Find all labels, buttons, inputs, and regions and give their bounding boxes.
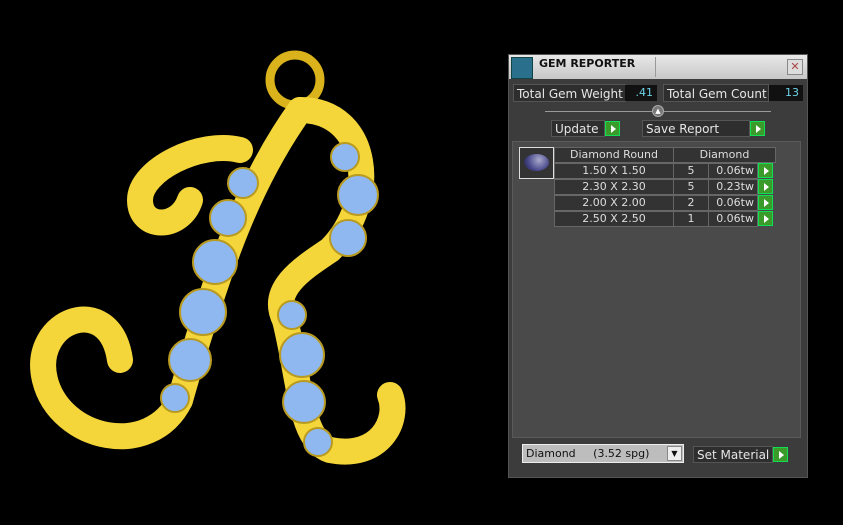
set-material-button[interactable]: Set Material — [693, 446, 773, 463]
material-selected: Diamond (3.52 spg) — [526, 447, 650, 460]
row-go-icon[interactable] — [758, 163, 773, 178]
collapse-toggle-icon[interactable]: ▲ — [652, 105, 664, 117]
material-dropdown[interactable]: Diamond (3.52 spg) ▼ — [522, 444, 684, 463]
total-gem-weight-value: .41 — [625, 85, 657, 101]
window-title: GEM REPORTER — [539, 57, 636, 70]
set-material-go-icon[interactable] — [773, 447, 788, 462]
weight-cell: 0.06tw — [708, 163, 758, 179]
weight-cell: 0.23tw — [708, 179, 758, 195]
count-cell: 5 — [673, 163, 709, 179]
header-shape: Diamond Round — [554, 147, 674, 163]
total-gem-count-label: Total Gem Count — [663, 84, 769, 102]
row-go-icon[interactable] — [758, 211, 773, 226]
title-divider — [655, 57, 656, 77]
count-cell: 2 — [673, 195, 709, 211]
save-report-button[interactable]: Save Report — [642, 120, 750, 137]
gem-shape-icon — [519, 147, 554, 179]
gem-reporter-window: GEM REPORTER ✕ Total Gem Weight .41 Tota… — [508, 54, 808, 478]
size-cell: 1.50 X 1.50 — [554, 163, 674, 179]
update-button[interactable]: Update — [551, 120, 605, 137]
size-cell: 2.30 X 2.30 — [554, 179, 674, 195]
gem-list-panel: Diamond Round Diamond 1.50 X 1.50 5 0.06… — [512, 141, 801, 438]
row-go-icon[interactable] — [758, 195, 773, 210]
app-icon — [511, 57, 533, 79]
close-button[interactable]: ✕ — [787, 59, 803, 75]
row-go-icon[interactable] — [758, 179, 773, 194]
weight-cell: 0.06tw — [708, 211, 758, 227]
header-material: Diamond — [673, 147, 776, 163]
total-gem-count-value: 13 — [769, 85, 803, 101]
total-gem-weight-label: Total Gem Weight — [513, 84, 626, 102]
size-cell: 2.00 X 2.00 — [554, 195, 674, 211]
count-cell: 5 — [673, 179, 709, 195]
pendant-render — [30, 50, 406, 465]
weight-cell: 0.06tw — [708, 195, 758, 211]
title-bar[interactable]: GEM REPORTER ✕ — [509, 55, 807, 79]
save-report-go-icon[interactable] — [750, 121, 765, 136]
chevron-down-icon[interactable]: ▼ — [667, 446, 682, 461]
size-cell: 2.50 X 2.50 — [554, 211, 674, 227]
count-cell: 1 — [673, 211, 709, 227]
update-go-icon[interactable] — [605, 121, 620, 136]
